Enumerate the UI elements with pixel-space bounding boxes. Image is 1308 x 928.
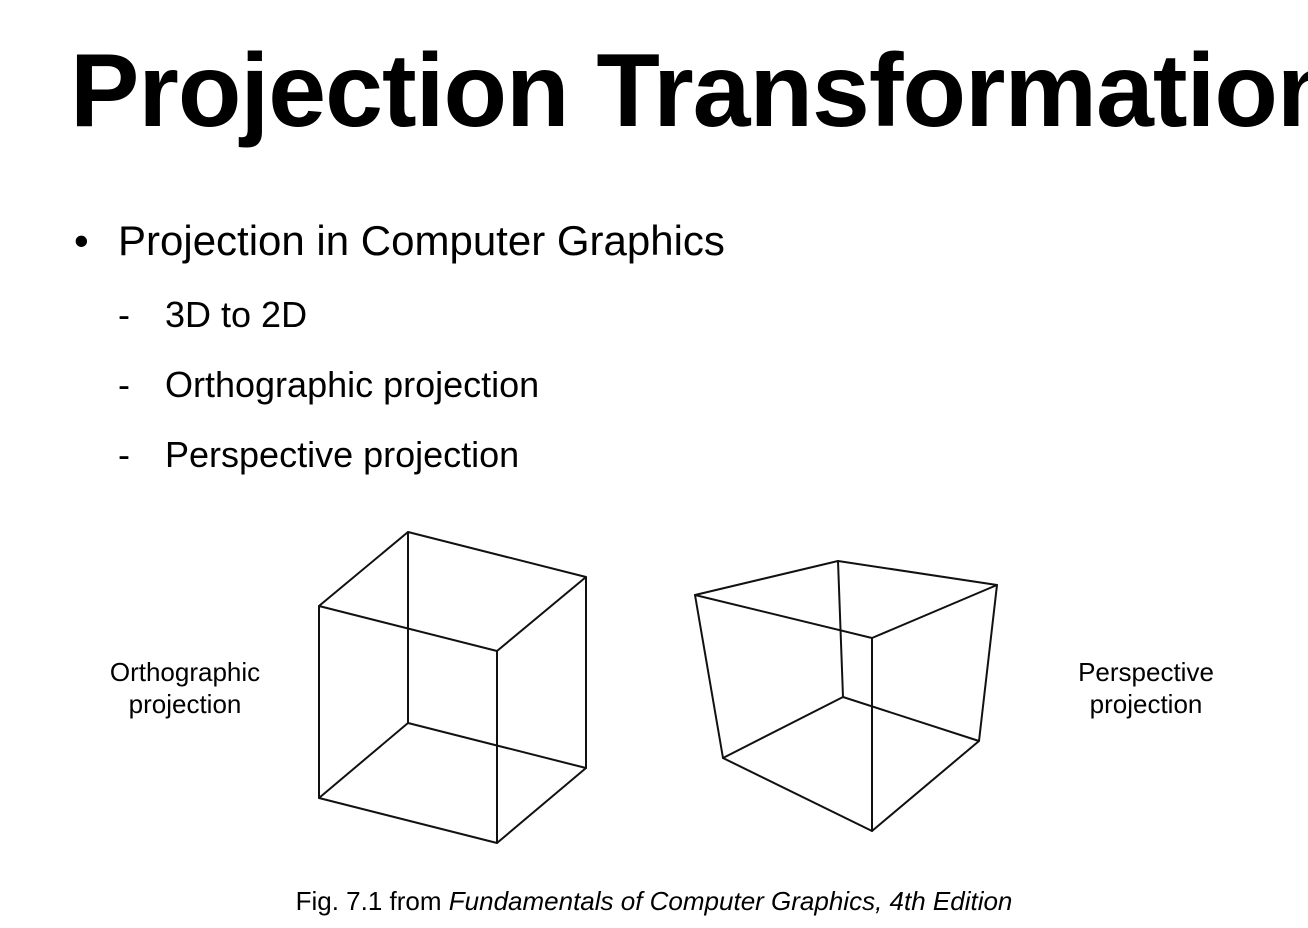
ortho-cube-edge [496,576,587,652]
ortho-cube-edge [496,767,587,844]
orthographic-label: Orthographic projection [85,656,285,720]
ortho-cube-edge [318,722,409,799]
perspective-cube-drawing [694,560,998,832]
orthographic-label-line: Orthographic [109,657,261,687]
perspective-label-line: projection [1089,689,1203,719]
figure-caption: Fig. 7.1 from Fundamentals of Computer G… [0,884,1308,918]
ortho-cube-edge [318,531,409,607]
caption-source: Fundamentals of Computer Graphics, 4th E… [448,886,1013,916]
perspective-label: Perspective projection [1046,656,1246,720]
perspective-label-line: Perspective [1078,657,1214,687]
persp-cube-bottom-face [722,696,980,832]
orthographic-label-line: projection [128,689,242,719]
persp-cube-top-face [694,560,998,639]
projection-figure [318,531,998,844]
caption-prefix: Fig. 7.1 from [295,886,449,916]
persp-cube-edge [978,584,998,742]
orthographic-cube-drawing [318,531,587,844]
persp-cube-edge [694,594,724,759]
